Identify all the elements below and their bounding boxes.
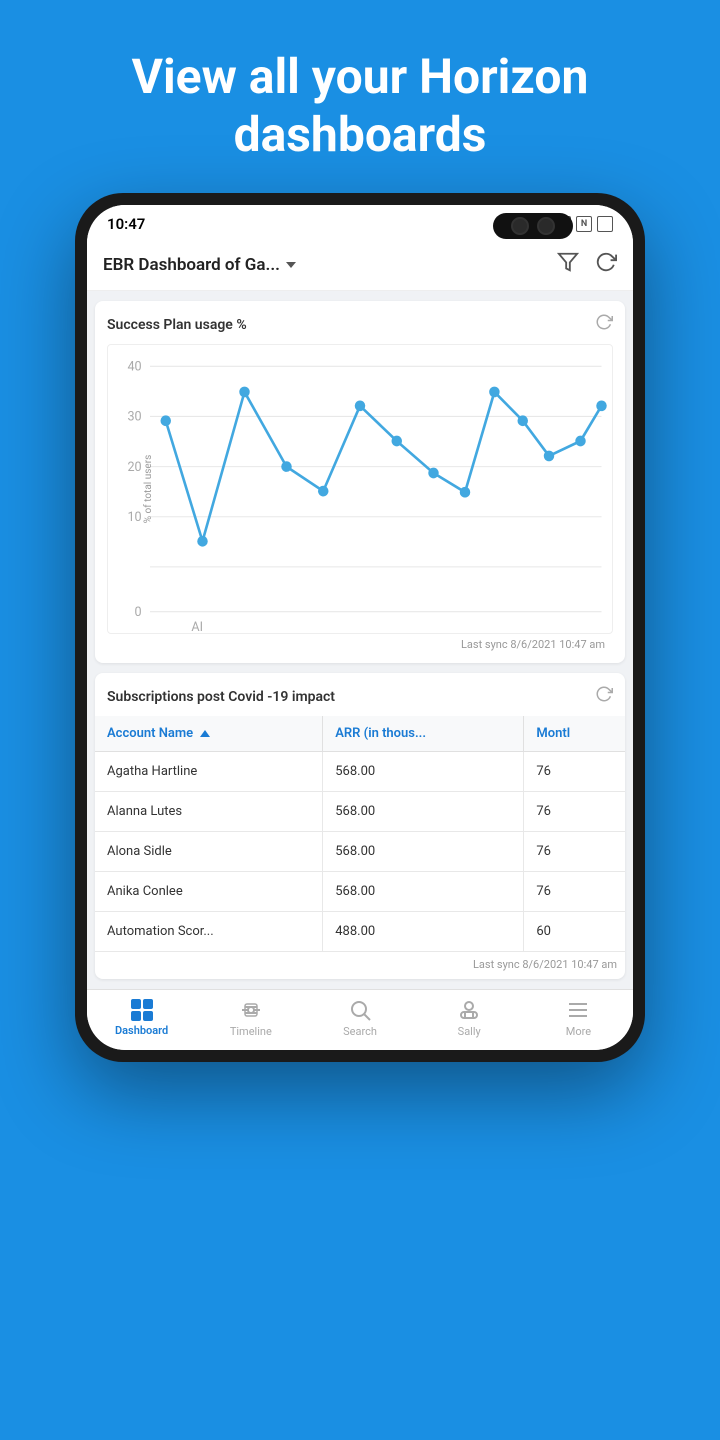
svg-text:AI: AI (191, 620, 203, 633)
cell-account-name: Automation Scor... (95, 912, 323, 952)
subscriptions-table: Account Name ARR (in thous... Montl Agat… (95, 716, 625, 952)
cell-arr: 488.00 (323, 912, 524, 952)
chart-card-header: Success Plan usage % (107, 313, 613, 336)
table-row: Agatha Hartline 568.00 76 (95, 752, 625, 792)
sort-asc-icon (200, 730, 210, 737)
svg-text:10: 10 (127, 510, 141, 525)
table-row: Alona Sidle 568.00 76 (95, 832, 625, 872)
nav-label-sally: Sally (458, 1025, 481, 1038)
cell-account-name: Alona Sidle (95, 832, 323, 872)
header-actions (557, 251, 617, 278)
nav-item-timeline[interactable]: Timeline (196, 998, 305, 1038)
phone-frame: 10:47 ▭ N EBR Dashboard of Ga... (75, 193, 645, 1062)
dashboard-title: EBR Dashboard of Ga... (103, 255, 280, 275)
camera-lens-1 (511, 217, 529, 235)
camera-bump (493, 213, 573, 239)
cell-arr: 568.00 (323, 792, 524, 832)
camera-lens-2 (537, 217, 555, 235)
cell-month: 76 (524, 792, 625, 832)
nav-item-sally[interactable]: Sally (415, 998, 524, 1038)
chart-svg: 40 30 20 10 0 AI (108, 345, 612, 633)
table-card: Subscriptions post Covid -19 impact (95, 673, 625, 979)
cell-month: 76 (524, 832, 625, 872)
table-row: Automation Scor... 488.00 60 (95, 912, 625, 952)
col-month[interactable]: Montl (524, 716, 625, 752)
table-title: Subscriptions post Covid -19 impact (107, 689, 335, 705)
nav-item-dashboard[interactable]: Dashboard (87, 999, 196, 1037)
more-icon (566, 998, 590, 1022)
bottom-nav: Dashboard Timeline Search (87, 989, 633, 1050)
table-refresh-icon[interactable] (595, 685, 613, 708)
refresh-icon[interactable] (595, 251, 617, 278)
col-account-name[interactable]: Account Name (95, 716, 323, 752)
hero-title: View all your Horizon dashboards (132, 48, 589, 163)
timeline-icon (239, 998, 263, 1022)
cell-arr: 568.00 (323, 872, 524, 912)
phone-screen: 10:47 ▭ N EBR Dashboard of Ga... (87, 205, 633, 1050)
cell-month: 76 (524, 752, 625, 792)
chart-title: Success Plan usage % (107, 317, 247, 333)
chart-container: % of total users 40 30 20 10 (107, 344, 613, 634)
grid-status-icon (597, 216, 613, 232)
table-row: Alanna Lutes 568.00 76 (95, 792, 625, 832)
chart-sync-text: Last sync 8/6/2021 10:47 am (107, 634, 613, 651)
nav-label-dashboard: Dashboard (115, 1024, 168, 1037)
cell-month: 60 (524, 912, 625, 952)
chart-y-label: % of total users (143, 455, 154, 524)
table-card-header: Subscriptions post Covid -19 impact (95, 673, 625, 716)
nav-label-more: More (566, 1025, 591, 1038)
content-area: Success Plan usage % % of total users (87, 291, 633, 989)
table-header-row: Account Name ARR (in thous... Montl (95, 716, 625, 752)
table-sync-text: Last sync 8/6/2021 10:47 am (95, 952, 625, 979)
status-time: 10:47 (107, 215, 145, 233)
svg-text:30: 30 (127, 410, 141, 425)
nav-label-timeline: Timeline (230, 1025, 272, 1038)
sally-icon (457, 998, 481, 1022)
nav-label-search: Search (343, 1025, 377, 1038)
table-container: Account Name ARR (in thous... Montl Agat… (95, 716, 625, 952)
cell-account-name: Anika Conlee (95, 872, 323, 912)
dashboard-icon (131, 999, 153, 1021)
svg-text:40: 40 (127, 360, 141, 375)
nfc-icon: N (576, 216, 592, 232)
status-icons: ▭ N (555, 216, 613, 232)
cell-month: 76 (524, 872, 625, 912)
svg-text:20: 20 (127, 460, 141, 475)
status-bar: 10:47 ▭ N (87, 205, 633, 239)
nav-item-more[interactable]: More (524, 998, 633, 1038)
table-row: Anika Conlee 568.00 76 (95, 872, 625, 912)
chart-refresh-icon[interactable] (595, 313, 613, 336)
chart-card: Success Plan usage % % of total users (95, 301, 625, 663)
nav-item-search[interactable]: Search (305, 998, 414, 1038)
cell-account-name: Agatha Hartline (95, 752, 323, 792)
search-icon (348, 998, 372, 1022)
header-title-group[interactable]: EBR Dashboard of Ga... (103, 255, 296, 275)
cell-arr: 568.00 (323, 752, 524, 792)
chevron-down-icon (286, 262, 296, 268)
filter-icon[interactable] (557, 251, 579, 278)
cell-account-name: Alanna Lutes (95, 792, 323, 832)
app-header: EBR Dashboard of Ga... (87, 239, 633, 291)
svg-text:0: 0 (135, 605, 142, 620)
hero-section: View all your Horizon dashboards (72, 0, 649, 193)
col-arr[interactable]: ARR (in thous... (323, 716, 524, 752)
cell-arr: 568.00 (323, 832, 524, 872)
